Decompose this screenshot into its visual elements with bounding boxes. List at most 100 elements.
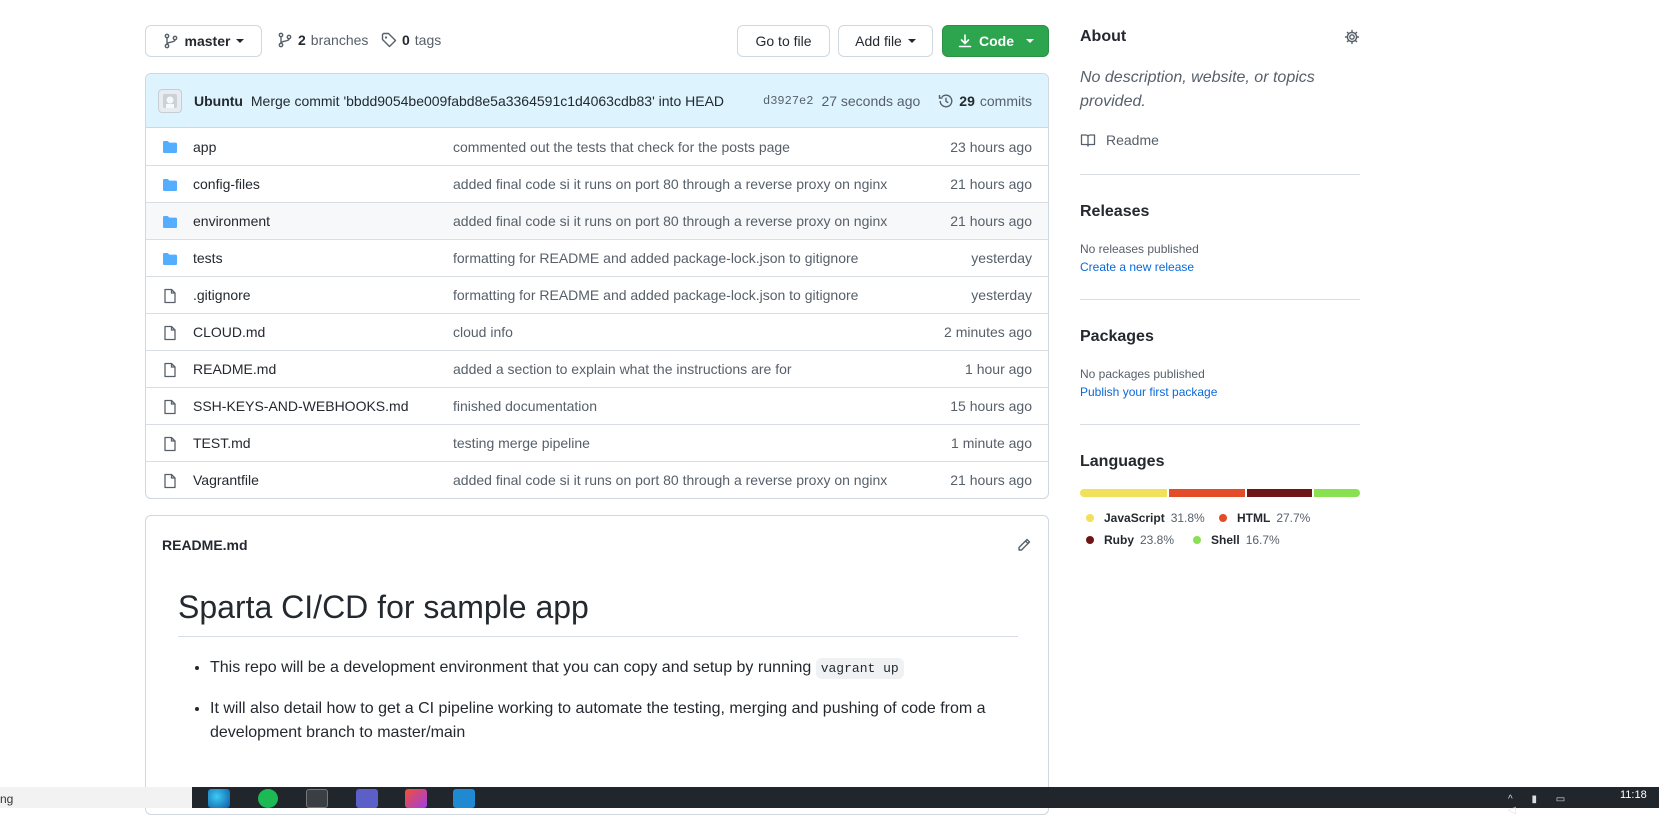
go-to-file-label: Go to file bbox=[755, 33, 812, 49]
create-release-link[interactable]: Create a new release bbox=[1080, 260, 1194, 274]
file-icon bbox=[164, 325, 176, 341]
file-row[interactable]: .gitignore formatting for README and adde… bbox=[146, 276, 1048, 313]
file-icon-wrap bbox=[162, 362, 178, 381]
file-name[interactable]: CLOUD.md bbox=[193, 324, 265, 340]
readme-bullets: This repo will be a development environm… bbox=[210, 656, 1030, 761]
pencil-icon[interactable] bbox=[1016, 537, 1032, 553]
language-item[interactable]: Shell 16.7% bbox=[1193, 533, 1280, 547]
file-row[interactable]: CLOUD.md cloud info 2 minutes ago bbox=[146, 313, 1048, 350]
branch-select-button[interactable]: master bbox=[145, 25, 262, 57]
branches-count: 2 bbox=[298, 32, 306, 48]
language-bar-segment[interactable] bbox=[1169, 489, 1246, 497]
readme-filename[interactable]: README.md bbox=[162, 537, 248, 553]
file-age: yesterday bbox=[971, 250, 1032, 266]
add-file-button[interactable]: Add file bbox=[838, 25, 933, 57]
language-bar-segment[interactable] bbox=[1314, 489, 1360, 497]
taskbar-search[interactable]: ng bbox=[0, 787, 192, 808]
file-name[interactable]: README.md bbox=[193, 361, 276, 377]
file-row[interactable]: TEST.md testing merge pipeline 1 minute ag… bbox=[146, 424, 1048, 461]
file-browser: Ubuntu Merge commit 'bbdd9054be009fabd8e… bbox=[145, 73, 1049, 499]
clock[interactable]: 11:18 bbox=[1620, 789, 1647, 801]
publish-package-link[interactable]: Publish your first package bbox=[1080, 385, 1217, 399]
file-commit-message[interactable]: added final code si it runs on port 80 t… bbox=[453, 472, 887, 488]
gear-icon[interactable] bbox=[1344, 29, 1360, 45]
teams-icon[interactable] bbox=[356, 789, 378, 808]
language-name: JavaScript bbox=[1104, 511, 1165, 525]
file-name[interactable]: TEST.md bbox=[193, 435, 251, 451]
file-commit-message[interactable]: added final code si it runs on port 80 t… bbox=[453, 213, 887, 229]
terminal-icon[interactable] bbox=[306, 789, 328, 808]
language-bar-segment[interactable] bbox=[1080, 489, 1168, 497]
folder-icon bbox=[163, 216, 177, 228]
file-row[interactable]: tests formatting for README and added pac… bbox=[146, 239, 1048, 276]
vscode-icon[interactable] bbox=[453, 789, 475, 808]
spotify-icon[interactable] bbox=[258, 789, 278, 808]
inline-code: vagrant up bbox=[815, 658, 904, 679]
file-age: 23 hours ago bbox=[950, 138, 1032, 155]
packages-section: Packages No packages published Publish y… bbox=[1080, 328, 1360, 408]
file-commit-message[interactable]: added a section to explain what the inst… bbox=[453, 361, 792, 377]
file-name[interactable]: config-files bbox=[193, 176, 260, 192]
file-commit-message[interactable]: testing merge pipeline bbox=[453, 435, 590, 451]
branches-link[interactable]: 2 branches bbox=[277, 32, 368, 48]
file-age: 2 minutes ago bbox=[944, 324, 1032, 340]
file-name[interactable]: Vagrantfile bbox=[193, 472, 259, 488]
file-age: 21 hours ago bbox=[950, 176, 1032, 192]
folder-icon bbox=[163, 179, 177, 191]
file-row[interactable]: app commented out the tests that check fo… bbox=[146, 128, 1048, 165]
file-commit-message[interactable]: formatting for README and added package-… bbox=[453, 287, 858, 303]
git-icon[interactable] bbox=[405, 789, 427, 808]
file-commit-message[interactable]: added final code si it runs on port 80 t… bbox=[453, 176, 887, 192]
tags-link[interactable]: 0 tags bbox=[381, 32, 441, 48]
file-row[interactable]: Vagrantfile added final code si it runs o… bbox=[146, 461, 1048, 498]
code-button[interactable]: Code bbox=[942, 25, 1049, 57]
file-icon-wrap bbox=[162, 399, 178, 418]
os-taskbar: ng ^ ▮ ▭ ◁ 11:18 bbox=[0, 787, 1659, 816]
file-icon-wrap bbox=[162, 473, 178, 492]
folder-icon-wrap bbox=[162, 214, 178, 233]
avatar[interactable] bbox=[158, 88, 182, 113]
tags-label: tags bbox=[414, 32, 442, 48]
readme-link-label: Readme bbox=[1106, 132, 1159, 148]
file-name[interactable]: environment bbox=[193, 213, 270, 229]
download-icon bbox=[958, 34, 972, 48]
tray-icons[interactable]: ^ ▮ ▭ ◁ bbox=[1508, 794, 1594, 816]
language-percent: 23.8% bbox=[1140, 533, 1175, 547]
file-commit-message[interactable]: commented out the tests that check for t… bbox=[453, 139, 790, 155]
packages-title[interactable]: Packages bbox=[1080, 328, 1154, 346]
file-name[interactable]: tests bbox=[193, 250, 223, 266]
file-name[interactable]: app bbox=[193, 139, 216, 155]
folder-icon-wrap bbox=[162, 139, 178, 158]
file-row[interactable]: README.md added a section to explain what… bbox=[146, 350, 1048, 387]
language-item[interactable]: JavaScript 31.8% bbox=[1086, 511, 1205, 525]
chevron-down-icon bbox=[1026, 39, 1034, 43]
language-item[interactable]: HTML 27.7% bbox=[1219, 511, 1310, 525]
edge-icon[interactable] bbox=[208, 789, 230, 808]
about-description: No description, website, or topics provi… bbox=[1080, 69, 1315, 110]
language-name: HTML bbox=[1237, 511, 1271, 525]
file-icon-wrap bbox=[162, 325, 178, 344]
language-item[interactable]: Ruby 23.8% bbox=[1086, 533, 1174, 547]
file-commit-message[interactable]: formatting for README and added package-… bbox=[453, 250, 858, 266]
readme-bullet: This repo will be a development environm… bbox=[210, 656, 1030, 681]
file-row[interactable]: config-files added final code si it runs … bbox=[146, 165, 1048, 202]
language-bar-segment[interactable] bbox=[1247, 489, 1313, 497]
file-row[interactable]: environment added final code si it runs o… bbox=[146, 202, 1048, 239]
file-name[interactable]: SSH-KEYS-AND-WEBHOOKS.md bbox=[193, 398, 408, 414]
commit-sha[interactable]: d3927e2 bbox=[763, 94, 813, 108]
commits-link[interactable]: 29 commits bbox=[938, 93, 1032, 109]
file-name[interactable]: .gitignore bbox=[193, 287, 251, 303]
readme-link[interactable]: Readme bbox=[1080, 132, 1159, 148]
file-age: 1 minute ago bbox=[951, 435, 1032, 451]
add-file-label: Add file bbox=[855, 33, 902, 49]
file-list: app commented out the tests that check fo… bbox=[146, 128, 1048, 498]
commit-author[interactable]: Ubuntu bbox=[194, 93, 243, 109]
go-to-file-button[interactable]: Go to file bbox=[737, 25, 830, 57]
book-icon bbox=[1080, 134, 1096, 147]
releases-title[interactable]: Releases bbox=[1080, 203, 1149, 221]
commit-message[interactable]: Merge commit 'bbdd9054be009fabd8e5a33645… bbox=[251, 93, 724, 109]
file-age: 1 hour ago bbox=[965, 361, 1032, 377]
file-row[interactable]: SSH-KEYS-AND-WEBHOOKS.md finished documen… bbox=[146, 387, 1048, 424]
file-commit-message[interactable]: finished documentation bbox=[453, 398, 597, 414]
file-commit-message[interactable]: cloud info bbox=[453, 324, 513, 340]
